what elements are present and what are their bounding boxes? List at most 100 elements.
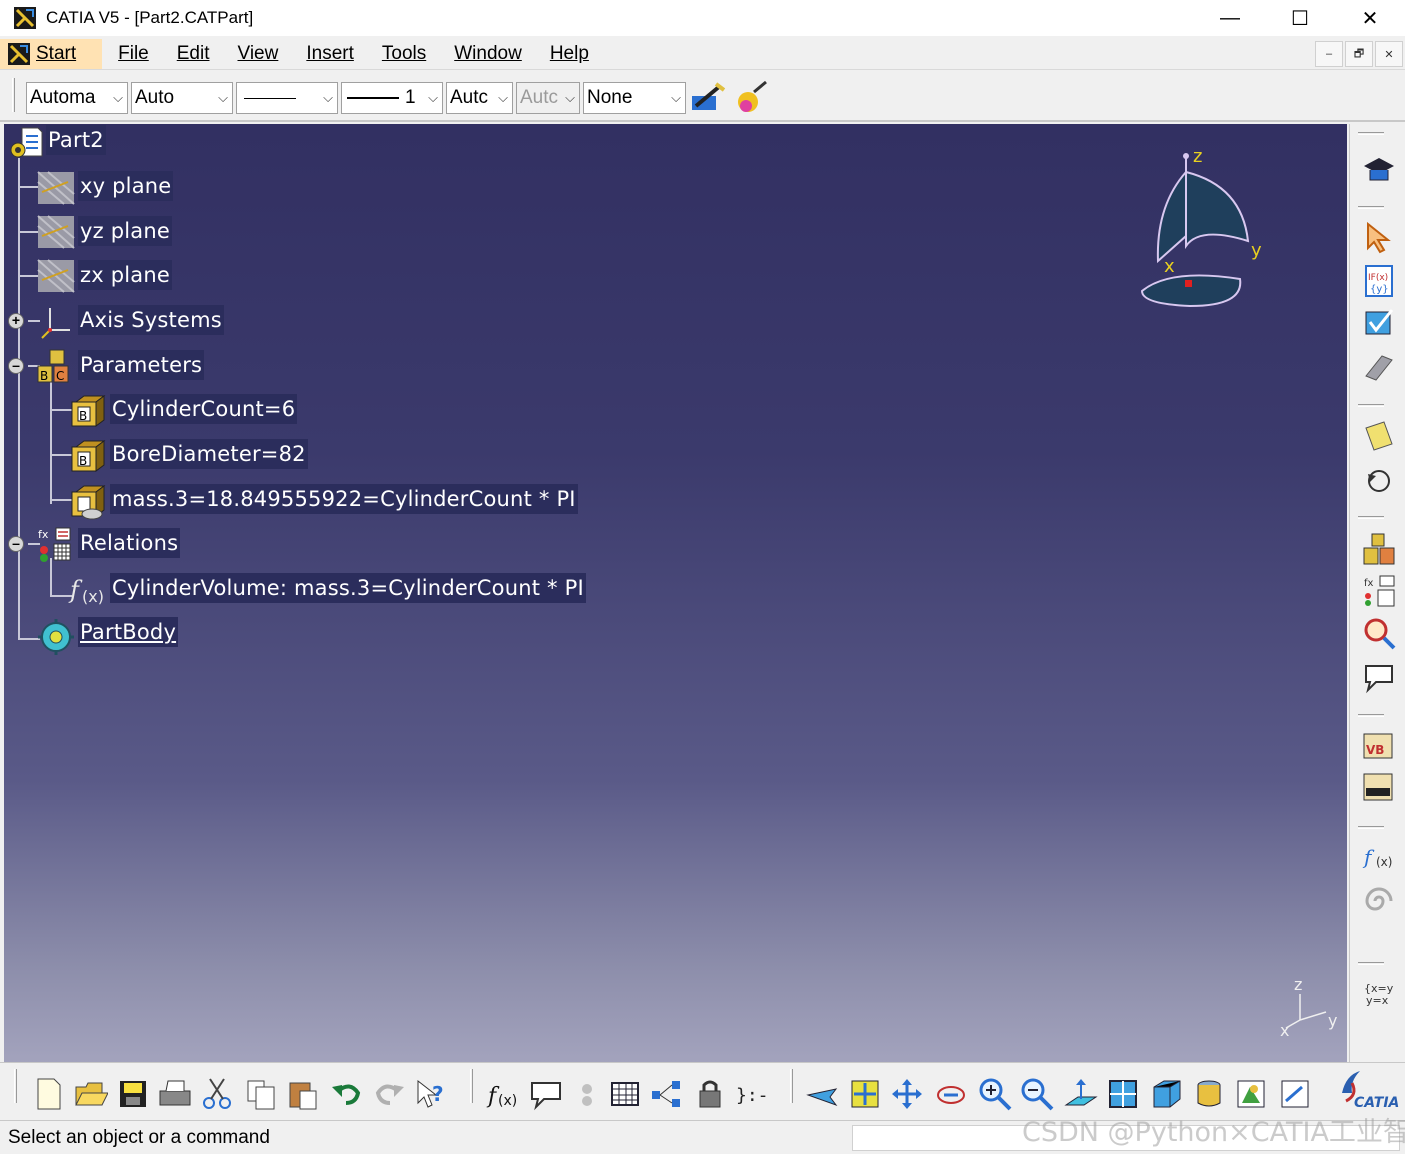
compass-y-label: y: [1251, 240, 1262, 261]
formula-button-icon[interactable]: f (x): [486, 1077, 520, 1111]
menu-window[interactable]: Window: [440, 43, 536, 65]
comment-url-icon[interactable]: [530, 1077, 564, 1111]
layer-combo[interactable]: None ⌵: [583, 82, 686, 114]
menu-tools[interactable]: Tools: [368, 43, 440, 65]
linetype-combo[interactable]: ⌵: [236, 82, 338, 114]
parameters-toolbar-icon[interactable]: [1362, 532, 1396, 566]
linewidth-combo[interactable]: 1 ⌵: [341, 82, 443, 114]
zoom-out-icon[interactable]: [1020, 1077, 1054, 1111]
mini-axis-indicator: z y x: [1280, 975, 1337, 1040]
tool-hand-icon[interactable]: [1362, 350, 1396, 384]
svg-text:B: B: [40, 369, 48, 383]
toolbar-grip[interactable]: [12, 78, 15, 112]
maximize-button[interactable]: ☐: [1265, 0, 1335, 36]
open-folder-icon[interactable]: [74, 1077, 108, 1111]
doc-close-button[interactable]: ✕: [1375, 41, 1403, 67]
multi-view-icon[interactable]: [1106, 1077, 1140, 1111]
svg-text:{y}: {y}: [1370, 284, 1389, 295]
swap-visible-space-icon[interactable]: [1278, 1077, 1312, 1111]
tree-node-axis-systems[interactable]: Axis Systems: [78, 305, 224, 335]
tree-node-parameters[interactable]: Parameters: [78, 350, 205, 380]
tree-node-zx-plane[interactable]: zx plane: [78, 260, 172, 290]
knowledge-hat-icon[interactable]: [1362, 152, 1396, 186]
menu-view[interactable]: View: [224, 43, 293, 65]
save-icon[interactable]: [116, 1077, 150, 1111]
note-icon[interactable]: [1362, 420, 1396, 454]
equation-icon[interactable]: {x=y y=x: [1362, 976, 1396, 1010]
paste-icon[interactable]: [286, 1077, 320, 1111]
copy-icon[interactable]: [244, 1077, 278, 1111]
3d-viewport[interactable]: Part2 xy plane yz plane zx plane + Axis …: [4, 124, 1347, 1062]
chevron-down-icon: ⌵: [671, 90, 681, 105]
svg-text:fx: fx: [1364, 578, 1374, 589]
check-analysis-icon[interactable]: IF(x) {y}: [1362, 264, 1396, 298]
collapse-minus-icon[interactable]: –: [8, 536, 24, 552]
doc-restore-button[interactable]: 🗗: [1345, 41, 1373, 67]
pan-icon[interactable]: [890, 1077, 924, 1111]
fly-mode-icon[interactable]: [806, 1077, 840, 1111]
search-icon[interactable]: [1362, 616, 1396, 650]
code-list-icon[interactable]: }:-: [734, 1077, 768, 1111]
point-symbol-combo[interactable]: Autc ⌵: [446, 82, 513, 114]
layer-value: None: [587, 87, 633, 108]
tree-node-formula[interactable]: CylinderVolume: mass.3=CylinderCount * P…: [110, 573, 586, 603]
tree-node-xy-plane[interactable]: xy plane: [78, 171, 174, 201]
vb-script-icon[interactable]: VB: [1362, 728, 1396, 762]
svg-text:C: C: [56, 369, 64, 383]
part-document-icon[interactable]: [8, 126, 44, 162]
fit-all-icon[interactable]: [848, 1077, 882, 1111]
svg-text:}:-: }:-: [736, 1085, 768, 1106]
shading-icon[interactable]: [1192, 1077, 1226, 1111]
menu-help[interactable]: Help: [536, 43, 603, 65]
color-combo[interactable]: Automa ⌵: [26, 82, 128, 114]
new-document-icon[interactable]: [32, 1077, 66, 1111]
macro-icon[interactable]: [1362, 770, 1396, 804]
menu-edit[interactable]: Edit: [163, 43, 224, 65]
tree-node-partbody[interactable]: PartBody: [78, 617, 179, 647]
properties-icon[interactable]: [734, 80, 770, 116]
check-icon[interactable]: [1362, 306, 1396, 340]
menu-file[interactable]: File: [104, 43, 163, 65]
rendering-style-combo: Autc ⌵: [516, 82, 580, 114]
collapse-minus-icon[interactable]: –: [8, 358, 24, 374]
transparency-combo[interactable]: Auto ⌵: [131, 82, 233, 114]
tree-node-yz-plane[interactable]: yz plane: [78, 216, 172, 246]
minimize-button[interactable]: —: [1195, 0, 1265, 36]
tree-node-parameter[interactable]: CylinderCount=6: [110, 394, 298, 424]
menu-start[interactable]: Start: [0, 38, 103, 69]
print-icon[interactable]: [158, 1077, 192, 1111]
tree-node-formula-parameter[interactable]: mass.3=18.849555922=CylinderCount * PI: [110, 484, 578, 514]
spiral-icon[interactable]: [1362, 884, 1396, 918]
undo-icon[interactable]: [330, 1077, 364, 1111]
comment-icon[interactable]: [1362, 660, 1396, 694]
svg-text:(x): (x): [82, 587, 104, 606]
painter-icon[interactable]: [690, 80, 726, 116]
close-button[interactable]: ✕: [1335, 0, 1405, 36]
expand-plus-icon[interactable]: +: [8, 313, 24, 329]
tree-node-parameter[interactable]: BoreDiameter=82: [110, 439, 308, 469]
cut-icon[interactable]: [200, 1077, 234, 1111]
zoom-in-icon[interactable]: [978, 1077, 1012, 1111]
tree-node-root[interactable]: Part2: [46, 125, 106, 155]
rotate-icon[interactable]: [1362, 464, 1396, 498]
design-table-icon[interactable]: [608, 1077, 642, 1111]
iso-view-icon[interactable]: [1150, 1077, 1184, 1111]
hide-show-icon[interactable]: [1234, 1077, 1268, 1111]
tree-node-relations[interactable]: Relations: [78, 528, 181, 558]
catia-start-icon: [8, 42, 30, 65]
doc-minimize-button[interactable]: –: [1315, 41, 1343, 67]
tree-node-partbody-label: PartBody: [78, 617, 179, 647]
help-icon[interactable]: ?: [414, 1077, 448, 1111]
relations-toolbar-icon[interactable]: fx: [1362, 574, 1396, 608]
normal-view-icon[interactable]: [1064, 1077, 1098, 1111]
svg-text:(x): (x): [1376, 855, 1392, 869]
menu-insert[interactable]: Insert: [292, 43, 368, 65]
mini-axis-z-label: z: [1294, 975, 1302, 994]
knowledge-graph-icon[interactable]: [650, 1077, 684, 1111]
svg-text:B: B: [79, 409, 87, 423]
lock-icon[interactable]: [694, 1077, 728, 1111]
compass-widget[interactable]: z y x: [1130, 146, 1270, 316]
select-arrow-icon[interactable]: [1362, 222, 1396, 256]
rotate-view-icon[interactable]: [934, 1077, 968, 1111]
law-icon[interactable]: f (x): [1362, 840, 1396, 874]
